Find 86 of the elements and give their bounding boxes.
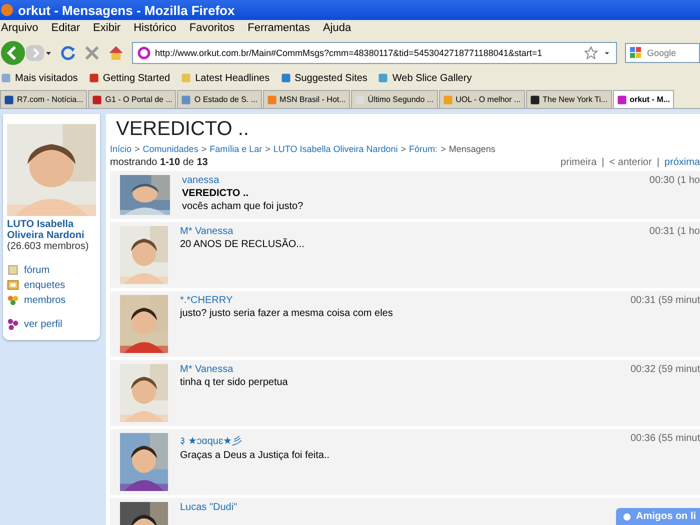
browser-tab[interactable]: Último Segundo ... [350,90,438,108]
menu-item[interactable]: Ferramentas [248,22,310,36]
menu-item[interactable]: Favoritos [189,22,235,36]
menu-item[interactable]: Editar [51,22,80,36]
message-time: 00:31 (59 minut [630,295,700,306]
message-text: justo? justo seria fazer a mesma coisa com eles [180,308,393,319]
author-link[interactable]: M* Vanessa [180,364,234,375]
close-icon [84,45,100,61]
community-name[interactable]: LUTO Isabella Oliveira Nardoni [7,219,96,241]
pager-separator: | [602,157,604,168]
browser-tab[interactable]: G1 - O Portal de ... [88,90,176,108]
pager-link[interactable]: próxima [664,157,700,168]
bookmark[interactable]: Mais visitados [0,72,78,84]
result-count: mostrando 1-10 de 13 [110,157,208,168]
breadcrumb-current: Mensagens [448,144,496,154]
sidebar-link[interactable]: fórum [7,264,96,276]
message-text: tinha q ter sido perpetua [180,377,288,388]
ring-icon [137,46,151,60]
browser-tab[interactable]: The New York Ti... [526,90,612,108]
browser-tab[interactable]: R7.com - Notícia... [0,90,88,108]
pager-separator: | [656,157,660,168]
calendar-icon [7,279,19,291]
google-icon [629,46,643,60]
message-time: 00:36 (55 minut [630,433,700,444]
message-time: 00:32 (59 minut [630,364,700,375]
home-icon [108,45,124,61]
back-button[interactable] [0,40,26,66]
topic-title: VEREDICTO .. [116,118,250,141]
bookmark[interactable]: Getting Started [88,72,170,84]
breadcrumb-separator: > [400,144,406,154]
breadcrumb-link[interactable]: Início [110,144,132,154]
tab-icon [181,94,192,104]
reload-icon [60,45,76,61]
tab-icon [92,94,102,104]
menu-item[interactable]: Ajuda [322,22,352,36]
dots-icon [7,318,19,330]
message-text: 20 ANOS DE RECLUSÃO... [180,239,304,250]
profile-link[interactable]: ver perfil [7,318,96,330]
bookmark-icon [88,72,100,84]
breadcrumb-separator: > [265,144,270,154]
tab-icon [4,94,14,104]
breadcrumb-link[interactable]: Comunidades [142,144,198,154]
bookmark[interactable]: Latest Headlines [180,72,270,84]
tab-icon [266,94,277,104]
menu-item[interactable]: Histórico [134,22,176,36]
browser-tab[interactable]: MSN Brasil - Hot... [262,90,350,108]
author-link[interactable]: M* Vanessa [180,226,234,237]
menu-item[interactable]: Arquivo [1,22,38,36]
search-field[interactable]: Google [625,43,700,63]
message-time: 00:30 (1 ho [649,175,700,186]
breadcrumb-link[interactable]: Fórum: [409,144,438,154]
member-count: (26.603 membros) [7,241,90,252]
tab-icon [442,94,453,104]
bookmark-icon [377,72,390,84]
author-link[interactable]: vanessa [182,175,220,186]
menu-item[interactable]: Exibir [93,22,121,36]
star-icon [584,46,598,60]
document-icon [7,264,19,276]
author-link[interactable]: ३ ★ɔɑquɛ★彡 [180,433,242,448]
people-icon [7,294,19,306]
sidebar-link[interactable]: enquetes [7,279,96,291]
message-text: Graças a Deus a Justiça foi feita.. [180,450,330,461]
browser-tab[interactable]: O Estado de S. ... [177,90,262,108]
bookmark[interactable]: Web Slice Gallery [377,72,472,84]
chat-icon [622,512,632,522]
message-text: vocês acham que foi justo? [182,201,304,212]
bookmark-icon [0,72,12,84]
author-link[interactable]: *.*CHERRY [180,295,233,306]
browser-tab[interactable]: UOL - O melhor ... [438,90,525,108]
sidebar-link[interactable]: membros [7,294,96,306]
browser-tab[interactable]: orkut - M... [612,90,674,108]
window-title: orkut - Mensagens - Mozilla Firefox [18,2,235,18]
message-subject: VEREDICTO .. [182,188,248,199]
breadcrumb-link[interactable]: LUTO Isabella Oliveira Nardoni [273,144,398,154]
bookmark[interactable]: Suggested Sites [280,72,368,84]
breadcrumb-separator: > [134,144,140,154]
bookmark-icon [280,72,292,84]
breadcrumb-separator: > [440,144,446,154]
breadcrumb-link[interactable]: Família e Lar [210,144,262,154]
tab-icon [616,94,627,104]
tab-icon [530,94,540,104]
breadcrumb-separator: > [201,144,207,154]
message-time: 00:31 (1 ho [649,226,700,237]
address-field[interactable]: http://www.orkut.com.br/Main#CommMsgs?cmm=48380117&tid=5453042718771188041&start=1 [132,42,617,64]
author-link[interactable]: Lucas "Dudi" [180,502,238,513]
bookmark-icon [180,72,192,84]
